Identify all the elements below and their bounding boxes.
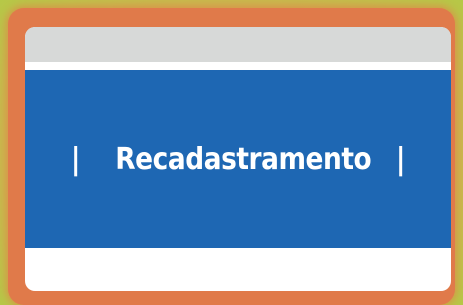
- card-header-bar: [25, 27, 451, 62]
- card-divider: [25, 62, 451, 70]
- banner-title: Recadastramento: [115, 141, 372, 177]
- right-separator: |: [395, 141, 406, 177]
- left-separator: |: [70, 141, 81, 177]
- recadastramento-card[interactable]: | Recadastramento |: [25, 27, 451, 291]
- recadastramento-banner[interactable]: | Recadastramento |: [25, 70, 451, 248]
- banner-content: | Recadastramento |: [51, 70, 426, 248]
